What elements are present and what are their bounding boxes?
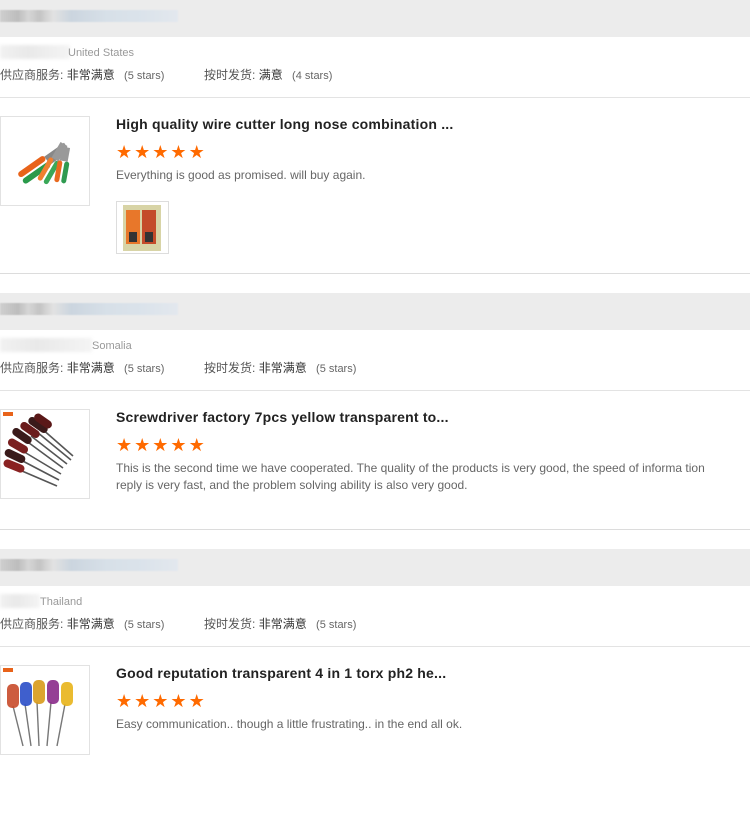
ratings-row: 供应商服务: 非常满意 (5 stars) 按时发货: 非常满意 (5 star… [0,610,750,646]
supplier-service-label: 供应商服务: [0,361,64,375]
star-rating: ★★★★★ [116,142,207,163]
on-time-label: 按时发货: [204,361,256,375]
star-icon: ★ [116,435,135,455]
product-title[interactable]: High quality wire cutter long nose combi… [116,116,453,132]
review-card: Thailand 供应商服务: 非常满意 (5 stars) 按时发货: 非常满… [0,549,750,822]
on-time-value: 非常满意 [258,361,307,375]
supplier-service-stars: (5 stars) [124,363,165,375]
review-comment: This is the second time we have cooperat… [116,461,705,492]
star-icon: ★ [188,691,207,711]
tool-package-icon [123,205,161,251]
review-separator [0,273,750,293]
product-review: Screwdriver factory 7pcs yellow transpar… [0,391,750,529]
on-time-rating: 按时发货: 满意 (4 stars) [204,66,332,83]
buyer-name-blurred [0,303,178,315]
review-card: Somalia 供应商服务: 非常满意 (5 stars) 按时发货: 非常满意… [0,293,750,529]
star-icon: ★ [188,435,207,455]
product-review: High quality wire cutter long nose combi… [0,98,750,273]
star-icon: ★ [116,691,135,711]
supplier-service-rating: 供应商服务: 非常满意 (5 stars) [0,359,164,376]
buyer-country: Thailand [40,596,83,608]
product-title[interactable]: Good reputation transparent 4 in 1 torx … [116,665,446,681]
product-title[interactable]: Screwdriver factory 7pcs yellow transpar… [116,409,449,425]
star-icon: ★ [170,691,189,711]
supplier-service-value: 非常满意 [66,68,115,82]
supplier-service-rating: 供应商服务: 非常满意 (5 stars) [0,615,164,632]
product-thumbnail[interactable] [0,665,90,755]
star-icon: ★ [170,435,189,455]
on-time-label: 按时发货: [204,68,256,82]
star-icon: ★ [134,691,153,711]
star-icon: ★ [188,142,207,162]
supplier-service-value: 非常满意 [66,617,115,631]
review-header [0,293,750,330]
star-rating: ★★★★★ [116,435,207,456]
ratings-row: 供应商服务: 非常满意 (5 stars) 按时发货: 满意 (4 stars) [0,61,750,97]
pliers-icon [18,141,71,185]
review-card: United States 供应商服务: 非常满意 (5 stars) 按时发货… [0,0,750,273]
buyer-name-blurred [0,10,178,22]
supplier-service-rating: 供应商服务: 非常满意 (5 stars) [0,66,164,83]
product-thumbnail[interactable] [0,409,90,499]
on-time-value: 非常满意 [258,617,307,631]
supplier-service-label: 供应商服务: [0,68,64,82]
review-photo[interactable] [116,201,169,254]
supplier-service-stars: (5 stars) [124,619,165,631]
review-comment: Everything is good as promised. will buy… [116,168,366,182]
on-time-stars: (4 stars) [292,70,333,82]
star-icon: ★ [116,142,135,162]
star-icon: ★ [152,691,171,711]
star-icon: ★ [152,142,171,162]
on-time-stars: (5 stars) [316,619,357,631]
star-icon: ★ [134,142,153,162]
on-time-rating: 按时发货: 非常满意 (5 stars) [204,615,356,632]
on-time-value: 满意 [258,68,283,82]
review-comment: Easy communication.. though a little fru… [116,717,463,731]
buyer-avatar-blurred [0,594,40,608]
on-time-label: 按时发货: [204,617,256,631]
buyer-name-blurred [0,559,178,571]
screwdriver-set-icon [3,412,74,487]
buyer-avatar-blurred [0,45,70,59]
review-header [0,549,750,586]
product-review: Good reputation transparent 4 in 1 torx … [0,647,750,822]
ratings-row: 供应商服务: 非常满意 (5 stars) 按时发货: 非常满意 (5 star… [0,354,750,390]
product-thumbnail[interactable] [0,116,90,206]
screwdriver-set-icon [3,668,73,747]
review-separator [0,529,750,549]
star-rating: ★★★★★ [116,691,207,712]
supplier-service-stars: (5 stars) [124,70,165,82]
supplier-service-label: 供应商服务: [0,617,64,631]
buyer-country: United States [68,47,135,59]
on-time-rating: 按时发货: 非常满意 (5 stars) [204,359,356,376]
buyer-avatar-blurred [0,338,92,352]
on-time-stars: (5 stars) [316,363,357,375]
star-icon: ★ [170,142,189,162]
review-header [0,0,750,37]
supplier-service-value: 非常满意 [66,361,115,375]
buyer-country: Somalia [92,340,132,352]
buyer-row: United States [0,37,750,61]
buyer-row: Somalia [0,330,750,354]
buyer-row: Thailand [0,586,750,610]
star-icon: ★ [134,435,153,455]
star-icon: ★ [152,435,171,455]
